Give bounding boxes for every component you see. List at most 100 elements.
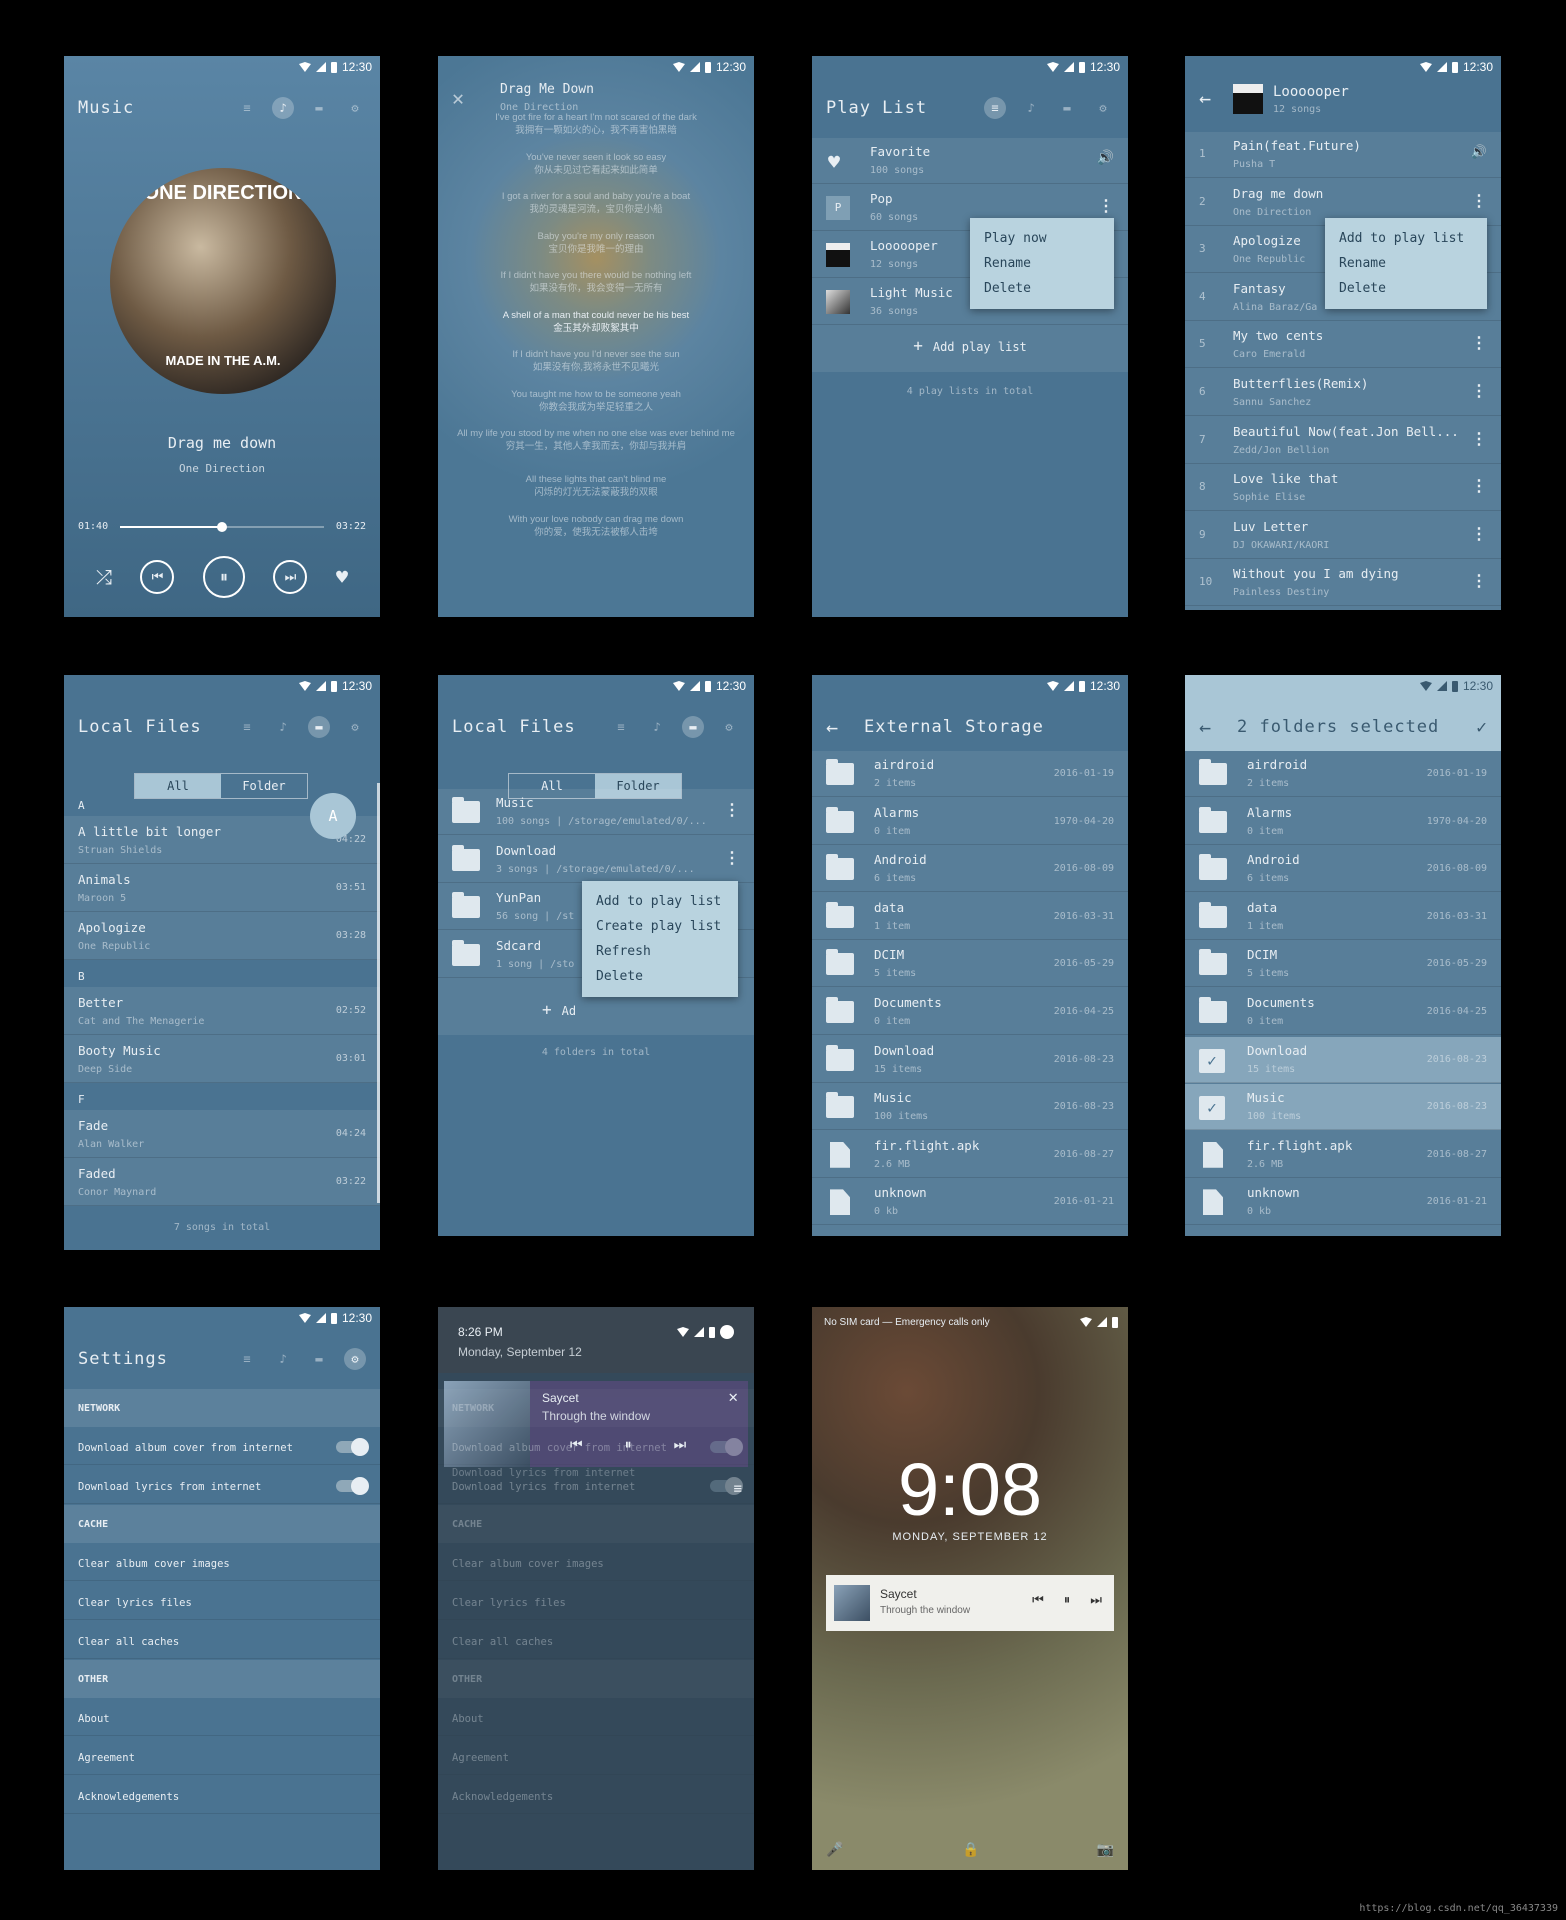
song-row[interactable]: Apologize One Republic 03:28 — [64, 912, 380, 960]
menu-delete[interactable]: Delete — [1325, 276, 1487, 301]
back-arrow-icon[interactable]: ← — [1199, 715, 1211, 739]
settings-item[interactable]: Clear all caches — [438, 1621, 754, 1659]
confirm-check-icon[interactable]: ✓ — [1476, 717, 1487, 738]
file-row[interactable]: unknown 0 kb 2016-01-21 — [812, 1179, 1128, 1226]
settings-icon[interactable]: ⚙ — [1092, 97, 1114, 119]
close-icon[interactable]: ✕ — [452, 86, 464, 110]
settings-item[interactable]: Acknowledgements — [438, 1776, 754, 1814]
folder-row[interactable]: Alarms 0 item 1970-04-20 — [1185, 799, 1501, 845]
lock-media-card[interactable]: Saycet Through the window ⏮ ⏸ ⏭ — [826, 1575, 1114, 1631]
song-row[interactable]: 6 Butterflies(Remix) Sannu Sanchez ⋮ — [1185, 370, 1501, 416]
settings-item[interactable]: About — [64, 1698, 380, 1736]
menu-rename[interactable]: Rename — [970, 251, 1114, 276]
folder-row[interactable]: airdroid 2 items 2016-01-19 — [812, 751, 1128, 797]
scroll-index-bubble[interactable]: A — [310, 793, 356, 839]
song-row[interactable]: Booty Music Deep Side 03:01 — [64, 1035, 380, 1083]
more-vert-icon[interactable]: ⋮ — [724, 849, 740, 866]
pause-icon[interactable]: ⏸ — [1064, 1593, 1071, 1608]
more-vert-icon[interactable]: ⋮ — [1098, 198, 1114, 214]
folder-row[interactable]: Alarms 0 item 1970-04-20 — [812, 799, 1128, 845]
music-note-icon[interactable]: ♪ — [272, 716, 294, 738]
menu-add-to-playlist[interactable]: Add to play list — [582, 889, 738, 914]
back-arrow-icon[interactable]: ← — [826, 715, 838, 739]
folder-row[interactable]: Android 6 items 2016-08-09 — [812, 846, 1128, 893]
favorite-heart-icon[interactable]: ♥ — [336, 565, 348, 589]
file-row[interactable]: fir.flight.apk 2.6 MB 2016-08-27 — [1185, 1132, 1501, 1178]
folder-icon[interactable]: ▬ — [308, 716, 330, 738]
camera-icon[interactable]: 📷 — [1097, 1842, 1114, 1858]
menu-play-now[interactable]: Play now — [970, 226, 1114, 251]
settings-icon[interactable]: ⚙ — [344, 97, 366, 119]
pause-button[interactable]: ⏸ — [202, 556, 245, 598]
folder-row[interactable]: DCIM 5 items 2016-05-29 — [812, 941, 1128, 988]
folder-row[interactable]: data 1 item 2016-03-31 — [1185, 894, 1501, 940]
settings-item[interactable]: Clear lyrics files — [64, 1582, 380, 1620]
music-note-icon[interactable]: ♪ — [646, 716, 668, 738]
more-vert-icon[interactable]: ⋮ — [1471, 430, 1487, 447]
shuffle-icon[interactable]: ⤮ — [96, 565, 112, 589]
menu-create-playlist[interactable]: Create play list — [582, 914, 738, 939]
song-row[interactable]: Faded Conor Maynard 03:22 — [64, 1158, 380, 1206]
file-row[interactable]: unknown 0 kb 2016-01-21 — [1185, 1179, 1501, 1226]
toggle-switch[interactable] — [336, 1438, 369, 1456]
next-button[interactable]: ⏭ — [273, 560, 308, 594]
folder-row[interactable]: Documents 0 item 2016-04-25 — [1185, 989, 1501, 1035]
menu-refresh[interactable]: Refresh — [582, 939, 738, 964]
menu-delete[interactable]: Delete — [582, 964, 738, 989]
playlist-icon[interactable]: ≡ — [236, 97, 258, 119]
more-vert-icon[interactable]: ⋮ — [1471, 573, 1487, 589]
settings-item[interactable]: Download album cover from internet — [64, 1427, 380, 1465]
toggle-switch[interactable] — [710, 1438, 743, 1456]
seek-bar-thumb[interactable] — [217, 522, 227, 532]
music-note-icon[interactable]: ♪ — [272, 97, 294, 119]
song-row[interactable]: 1 Pain(feat.Future) Pusha T 🔊 — [1185, 132, 1501, 178]
music-note-icon[interactable]: ♪ — [1020, 97, 1042, 119]
more-vert-icon[interactable]: ⋮ — [724, 802, 740, 818]
settings-item[interactable]: Clear album cover images — [64, 1543, 380, 1581]
more-vert-icon[interactable]: ⋮ — [1471, 525, 1487, 542]
settings-item[interactable]: Clear all caches — [64, 1621, 380, 1659]
song-row[interactable]: Better Cat and The Menagerie 02:52 — [64, 987, 380, 1035]
song-row[interactable]: 8 Love like that Sophie Elise ⋮ — [1185, 465, 1501, 512]
playlist-icon[interactable]: ≡ — [236, 716, 258, 738]
song-row[interactable]: Fade Alan Walker 04:24 — [64, 1110, 380, 1158]
next-icon[interactable]: ⏭ — [1090, 1593, 1102, 1608]
song-row[interactable]: 9 Luv Letter DJ OKAWARI/KAORI ⋮ — [1185, 513, 1501, 559]
settings-item[interactable]: Clear album cover images — [438, 1543, 754, 1581]
settings-icon[interactable]: ⚙ — [344, 716, 366, 738]
back-arrow-icon[interactable]: ← — [1199, 86, 1211, 110]
user-avatar-icon[interactable] — [720, 1325, 734, 1339]
menu-add-to-playlist[interactable]: Add to play list — [1325, 226, 1487, 251]
folder-row[interactable]: DCIM 5 items 2016-05-29 — [1185, 941, 1501, 988]
settings-item[interactable]: Download lyrics from internet — [438, 1466, 754, 1504]
folder-row[interactable]: Download 3 songs | /storage/emulated/0/..… — [438, 837, 754, 883]
file-row[interactable]: fir.flight.apk 2.6 MB 2016-08-27 — [812, 1132, 1128, 1178]
settings-item[interactable]: Acknowledgements — [64, 1776, 380, 1814]
settings-item[interactable]: Agreement — [64, 1737, 380, 1775]
music-note-icon[interactable]: ♪ — [272, 1348, 294, 1370]
folder-icon[interactable]: ▬ — [1056, 97, 1078, 119]
playlist-icon[interactable]: ≡ — [984, 97, 1006, 119]
checkbox-checked-icon[interactable]: ✓ — [1199, 1096, 1225, 1121]
previous-icon[interactable]: ⏮ — [1032, 1593, 1044, 1608]
settings-item[interactable]: Download lyrics from internet — [64, 1466, 380, 1504]
song-row[interactable]: 5 My two cents Caro Emerald ⋮ — [1185, 322, 1501, 369]
scrollbar[interactable] — [377, 783, 380, 1203]
folder-row[interactable]: data 1 item 2016-03-31 — [812, 894, 1128, 940]
checkbox-checked-icon[interactable]: ✓ — [1199, 1048, 1225, 1073]
settings-icon[interactable]: ⚙ — [344, 1348, 366, 1370]
more-vert-icon[interactable]: ⋮ — [1471, 478, 1487, 494]
song-row[interactable]: 10 Without you I am dying Painless Destiny… — [1185, 560, 1501, 607]
seek-bar[interactable] — [120, 522, 324, 532]
folder-row[interactable]: Android 6 items 2016-08-09 — [1185, 846, 1501, 893]
folder-icon[interactable]: ▬ — [308, 1348, 330, 1370]
lock-icon[interactable]: 🔒 — [962, 1842, 979, 1858]
playlist-row[interactable]: ♥ Favorite 100 songs 🔊 — [812, 138, 1128, 184]
tab-folder[interactable]: Folder — [221, 774, 307, 798]
folder-row[interactable]: airdroid 2 items 2016-01-19 — [1185, 751, 1501, 797]
playlist-icon[interactable]: ≡ — [610, 716, 632, 738]
add-folder-button[interactable]: + Ad — [542, 1000, 576, 1019]
add-playlist-button[interactable]: + Add play list — [812, 336, 1128, 355]
microphone-icon[interactable]: 🎤 — [826, 1842, 843, 1858]
settings-icon[interactable]: ⚙ — [718, 716, 740, 738]
